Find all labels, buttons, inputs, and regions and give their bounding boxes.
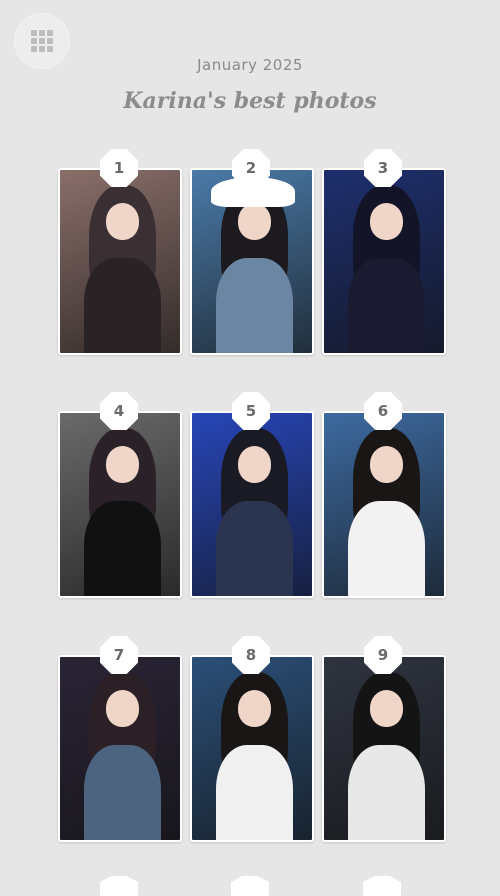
badge-stub <box>363 876 401 896</box>
photo-number-badge: 5 <box>232 392 270 430</box>
photo-image <box>324 413 444 596</box>
photo-card[interactable] <box>322 411 446 598</box>
photo-grid: 123456789 <box>0 0 500 889</box>
photo-card[interactable] <box>322 655 446 842</box>
photo-image <box>324 657 444 840</box>
photo-card[interactable] <box>190 411 314 598</box>
photo-card[interactable] <box>58 411 182 598</box>
photo-card[interactable] <box>322 168 446 355</box>
photo-image <box>192 170 312 353</box>
photo-number-badge: 9 <box>364 636 402 674</box>
photo-card[interactable] <box>58 168 182 355</box>
photo-image <box>60 170 180 353</box>
photo-number-badge: 4 <box>100 392 138 430</box>
photo-number-badge: 8 <box>232 636 270 674</box>
photo-image <box>192 657 312 840</box>
photo-card[interactable] <box>190 655 314 842</box>
photo-image <box>60 657 180 840</box>
photo-number-badge: 6 <box>364 392 402 430</box>
photo-image <box>60 413 180 596</box>
photo-card[interactable] <box>190 168 314 355</box>
photo-image <box>324 170 444 353</box>
photo-card[interactable] <box>58 655 182 842</box>
photo-image <box>192 413 312 596</box>
photo-number-badge: 3 <box>364 149 402 187</box>
photo-number-badge: 7 <box>100 636 138 674</box>
